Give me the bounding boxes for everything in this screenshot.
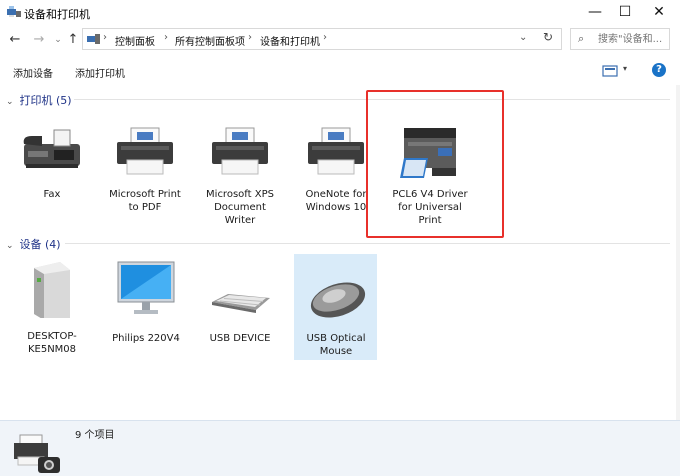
printer-label: Fax [43, 189, 61, 200]
devices-group-header[interactable]: ⌄ 设备 (4) [6, 236, 61, 251]
devices-printers-icon [14, 434, 60, 473]
printer-item-xps-writer[interactable]: Microsoft XPS Document Writer [200, 124, 280, 226]
printer-label: Microsoft Print to PDF [109, 189, 181, 213]
back-arrow-icon[interactable]: ← [7, 32, 23, 48]
control-panel-icon [87, 34, 100, 44]
device-item-usb-device[interactable]: USB DEVICE [200, 260, 280, 360]
breadcrumb-separator: › [323, 32, 327, 43]
printer-item-onenote[interactable]: OneNote for Windows 10 [296, 124, 376, 214]
view-options-icon[interactable] [602, 65, 622, 77]
device-label: DESKTOP-KE5NM08 [27, 331, 77, 355]
breadcrumb-separator: › [164, 32, 168, 43]
printer-item-fax[interactable]: Fax [12, 124, 92, 204]
address-bar[interactable]: › 控制面板 › 所有控制面板项 › 设备和打印机 › ⌄ [82, 28, 562, 50]
command-bar: 添加设备 添加打印机 ▾ [0, 60, 680, 82]
printer-icon [212, 127, 268, 175]
monitor-icon [117, 261, 175, 314]
breadcrumb-all-items[interactable]: 所有控制面板项 [175, 33, 245, 48]
collapse-chevron-icon[interactable]: ⌄ [6, 241, 16, 251]
printer-label: PCL6 V4 Driver for Universal Print [392, 189, 468, 226]
device-item-desktop[interactable]: DESKTOP-KE5NM08 [12, 260, 92, 360]
breadcrumb-control-panel[interactable]: 控制面板 [115, 33, 155, 48]
refresh-icon[interactable]: ↻ [538, 30, 558, 48]
breadcrumb-devices-printers[interactable]: 设备和打印机 [260, 33, 320, 48]
collapse-chevron-icon[interactable]: ⌄ [6, 97, 16, 107]
printers-group-title: 打印机 (5) [19, 94, 72, 107]
printer-label: OneNote for Windows 10 [305, 189, 367, 213]
printer-icon [117, 127, 173, 175]
device-label: USB DEVICE [209, 333, 271, 344]
add-device-button[interactable]: 添加设备 [13, 65, 53, 80]
up-arrow-icon[interactable]: ↑ [65, 32, 81, 48]
device-label: Philips 220V4 [112, 333, 180, 344]
mouse-icon [310, 282, 366, 318]
maximize-button[interactable]: ☐ [608, 0, 642, 26]
title-bar: 设备和打印机 — ☐ ✕ [0, 0, 680, 26]
device-label: USB Optical Mouse [306, 333, 366, 357]
window-title: 设备和打印机 [24, 8, 90, 21]
printers-group-header[interactable]: ⌄ 打印机 (5) [6, 92, 72, 107]
address-dropdown-chevron-icon[interactable]: ⌄ [519, 32, 527, 43]
details-pane: 9 个项目 [0, 420, 680, 476]
forward-arrow-icon[interactable]: → [31, 32, 47, 48]
search-box[interactable]: ⌕ [570, 28, 670, 50]
multifunction-printer-icon [400, 128, 456, 178]
search-input[interactable] [598, 31, 668, 47]
scrollbar-track[interactable] [676, 85, 680, 420]
printer-label: Microsoft XPS Document Writer [206, 189, 274, 226]
fax-icon [23, 129, 80, 168]
computer-tower-icon [34, 262, 70, 318]
device-item-monitor[interactable]: Philips 220V4 [106, 260, 186, 360]
add-printer-button[interactable]: 添加打印机 [75, 65, 125, 80]
devices-printers-icon [7, 6, 21, 17]
printer-icon [308, 127, 364, 175]
help-icon[interactable]: ? [652, 63, 666, 77]
view-dropdown-chevron-icon[interactable]: ▾ [623, 64, 627, 73]
item-count: 9 个项目 [75, 430, 115, 441]
printer-item-print-to-pdf[interactable]: Microsoft Print to PDF [105, 124, 185, 213]
breadcrumb-separator: › [103, 32, 107, 43]
device-item-usb-mouse[interactable]: USB Optical Mouse [296, 260, 376, 360]
keyboard-icon [212, 294, 270, 313]
minimize-button[interactable]: — [578, 0, 612, 26]
search-icon: ⌕ [578, 32, 585, 45]
recent-locations-chevron-icon[interactable]: ⌄ [50, 32, 66, 48]
devices-group-title: 设备 (4) [19, 238, 61, 251]
breadcrumb-separator: › [248, 32, 252, 43]
group-divider [65, 243, 670, 244]
printer-item-pcl6-driver[interactable]: PCL6 V4 Driver for Universal Print [390, 124, 470, 228]
close-button[interactable]: ✕ [642, 0, 676, 26]
